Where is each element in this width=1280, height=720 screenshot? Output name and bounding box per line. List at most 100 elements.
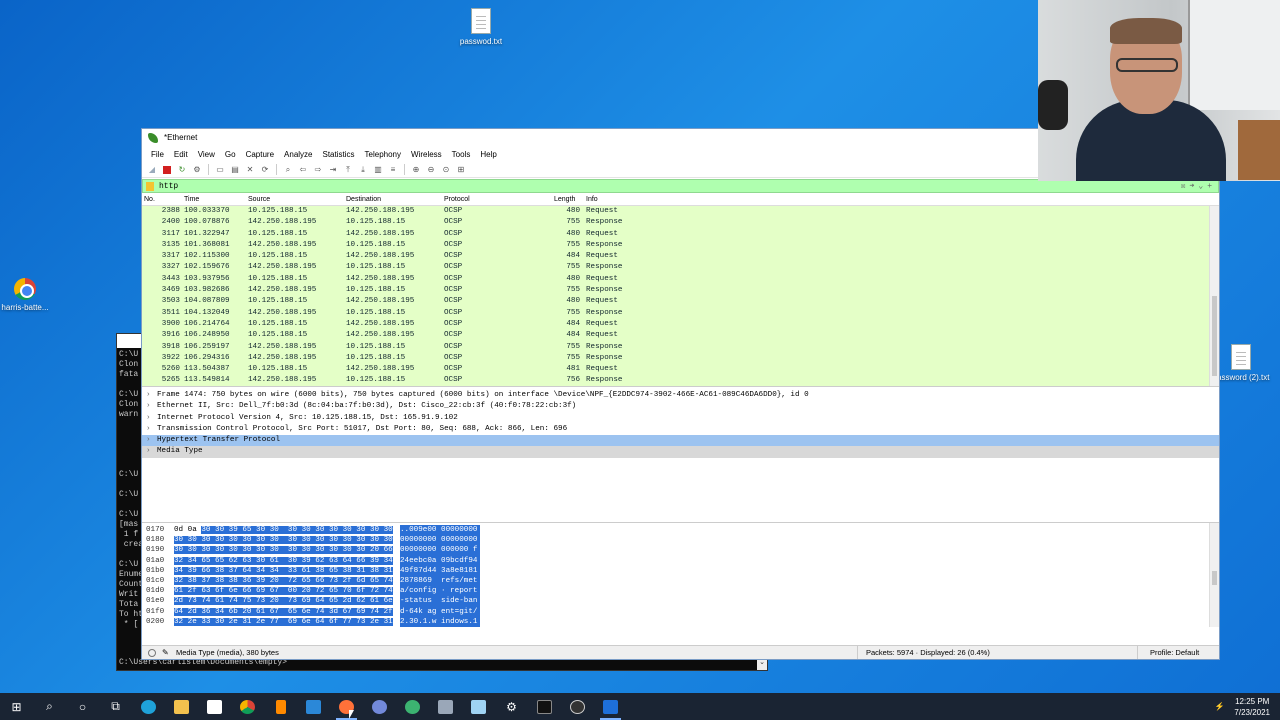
col-length[interactable]: Length <box>504 194 586 205</box>
resize-columns-icon[interactable]: ⊞ <box>455 164 467 176</box>
col-protocol[interactable]: Protocol <box>444 194 504 205</box>
normal-size-icon[interactable]: ⊙ <box>440 164 452 176</box>
chevron-right-icon[interactable]: › <box>146 435 157 446</box>
capture-options-icon[interactable]: ⚙ <box>191 164 203 176</box>
detail-ipv4[interactable]: › Internet Protocol Version 4, Src: 10.12… <box>142 413 1219 424</box>
packet-row[interactable]: 5265 113.549814 142.250.188.195 10.125.188.… <box>142 375 1219 386</box>
add-filter-button-icon[interactable]: + <box>1207 180 1212 194</box>
byte-row[interactable]: 01c0 32 38 37 38 38 36 39 20 72 65 66 73 … <box>142 575 1219 587</box>
packet-row[interactable]: 3469 103.982686 142.250.188.195 10.125.188.… <box>142 285 1219 297</box>
clock[interactable]: 12:25 PM 7/23/2021 <box>1234 696 1270 718</box>
packet-row[interactable]: 5260 113.504387 10.125.188.15 142.250.188.1… <box>142 364 1219 376</box>
packet-row[interactable]: 3918 106.259197 142.250.188.195 10.125.188.… <box>142 341 1219 353</box>
last-packet-icon[interactable]: ⤓ <box>357 164 369 176</box>
restart-capture-icon[interactable]: ↻ <box>176 164 188 176</box>
network-icon[interactable]: ⚡ <box>1214 702 1224 711</box>
col-source[interactable]: Source <box>248 194 346 205</box>
menu-telephony[interactable]: Telephony <box>360 150 406 159</box>
notepad-icon[interactable] <box>462 693 495 720</box>
network-tool-icon[interactable] <box>429 693 462 720</box>
detail-frame[interactable]: › Frame 1474: 750 bytes on wire (6000 bit… <box>142 390 1219 401</box>
store-icon[interactable] <box>198 693 231 720</box>
start-capture-icon[interactable]: ◢ <box>146 164 158 176</box>
packet-row[interactable]: 3503 104.087809 10.125.188.15 142.250.188.1… <box>142 296 1219 308</box>
packet-row[interactable]: 3900 106.214764 10.125.188.15 142.250.188.1… <box>142 318 1219 331</box>
byte-row[interactable]: 01a0 32 34 65 65 62 63 30 61 30 39 62 63 … <box>142 555 1219 566</box>
save-file-icon[interactable]: ▤ <box>229 164 241 176</box>
go-forward-icon[interactable]: ⇨ <box>312 164 324 176</box>
firefox-icon[interactable] <box>330 693 363 720</box>
sublime-icon[interactable] <box>264 693 297 720</box>
reload-file-icon[interactable]: ⟳ <box>259 164 271 176</box>
edit-comment-icon[interactable]: ✎ <box>162 649 169 657</box>
packet-row[interactable]: 3443 103.937956 10.125.188.15 142.250.188.1… <box>142 273 1219 286</box>
autoscroll-icon[interactable]: ▥ <box>372 164 384 176</box>
chevron-right-icon[interactable]: › <box>146 401 157 412</box>
cortana-icon[interactable]: ○ <box>66 693 99 720</box>
detail-tcp[interactable]: › Transmission Control Protocol, Src Port… <box>142 424 1219 435</box>
go-to-packet-icon[interactable]: ⇥ <box>327 164 339 176</box>
chevron-down-icon[interactable]: ⌄ <box>1198 180 1203 194</box>
discord-icon[interactable] <box>363 693 396 720</box>
mail-icon[interactable] <box>297 693 330 720</box>
detail-media-type[interactable]: › Media Type <box>142 446 1219 458</box>
byte-row[interactable]: 01b0 34 39 66 38 37 64 34 34 33 61 38 65 … <box>142 565 1219 576</box>
zoom-in-icon[interactable]: ⊕ <box>410 164 422 176</box>
bookmark-icon[interactable] <box>146 182 154 191</box>
scrollbar-thumb[interactable] <box>1212 296 1217 376</box>
menu-tools[interactable]: Tools <box>447 150 476 159</box>
expert-info-icon[interactable] <box>148 649 156 657</box>
byte-row[interactable]: 01d0 61 2f 63 6f 6e 66 69 67 00 20 72 65 … <box>142 586 1219 597</box>
globe-icon[interactable] <box>396 693 429 720</box>
detail-ethernet[interactable]: › Ethernet II, Src: Dell_7f:b0:3d (8c:04:… <box>142 401 1219 412</box>
packet-row[interactable]: 3916 106.248950 10.125.188.15 142.250.188.1… <box>142 330 1219 342</box>
colorize-icon[interactable]: ≡ <box>387 164 399 176</box>
packet-row[interactable]: 3922 106.294316 142.250.188.195 10.125.188.… <box>142 352 1219 365</box>
detail-http[interactable]: › Hypertext Transfer Protocol <box>142 435 1219 447</box>
file-explorer-icon[interactable] <box>165 693 198 720</box>
scrollbar-thumb[interactable] <box>1212 571 1217 585</box>
edge-icon[interactable] <box>132 693 165 720</box>
menu-view[interactable]: View <box>193 150 220 159</box>
stop-capture-icon[interactable] <box>161 164 173 176</box>
task-view-icon[interactable]: ⧉ <box>99 693 132 720</box>
col-time[interactable]: Time <box>184 194 248 205</box>
chrome-icon[interactable] <box>231 693 264 720</box>
packet-row[interactable]: 2388 100.033370 10.125.188.15 142.250.188.1… <box>142 206 1219 218</box>
settings-icon[interactable]: ⚙ <box>495 693 528 720</box>
byte-row[interactable]: 01e0 2d 73 74 61 74 75 73 20 73 69 64 65 … <box>142 596 1219 607</box>
github-icon[interactable] <box>561 693 594 720</box>
menu-analyze[interactable]: Analyze <box>279 150 317 159</box>
find-packet-icon[interactable]: ⌕ <box>282 164 294 176</box>
col-no[interactable]: No. <box>142 194 184 205</box>
go-back-icon[interactable]: ⇦ <box>297 164 309 176</box>
apply-filter-icon[interactable]: ➜ <box>1190 180 1195 194</box>
terminal-icon[interactable] <box>528 693 561 720</box>
byte-row[interactable]: 0190 30 30 30 30 30 30 30 30 30 30 30 30 … <box>142 545 1219 556</box>
menu-capture[interactable]: Capture <box>241 150 279 159</box>
packet-row[interactable]: 3327 102.159676 142.250.188.195 10.125.188.… <box>142 262 1219 274</box>
packet-row[interactable]: 3511 104.132049 142.250.188.195 10.125.188.… <box>142 307 1219 319</box>
packet-row[interactable]: 3317 102.115300 10.125.188.15 142.250.188.1… <box>142 251 1219 263</box>
bytes-scrollbar[interactable] <box>1209 523 1219 627</box>
byte-row[interactable]: 0200 32 2e 33 30 2e 31 2e 77 69 6e 64 6f … <box>142 616 1219 627</box>
chevron-right-icon[interactable]: › <box>146 413 157 424</box>
menu-wireless[interactable]: Wireless <box>406 150 447 159</box>
menu-edit[interactable]: Edit <box>169 150 193 159</box>
byte-row[interactable]: 0180 30 30 30 30 30 30 30 30 30 30 30 30 … <box>142 535 1219 546</box>
chevron-right-icon[interactable]: › <box>146 446 157 457</box>
display-filter-input[interactable]: http ☒ ➜ ⌄ + <box>142 179 1219 193</box>
close-file-icon[interactable]: ✕ <box>244 164 256 176</box>
wireshark-icon[interactable] <box>594 693 627 720</box>
menu-go[interactable]: Go <box>220 150 241 159</box>
menu-statistics[interactable]: Statistics <box>318 150 360 159</box>
chevron-right-icon[interactable]: › <box>146 424 157 435</box>
open-file-icon[interactable]: ▭ <box>214 164 226 176</box>
desktop-icon-harris[interactable]: harris-batte... <box>0 278 60 312</box>
packet-row[interactable]: 3117 101.322947 10.125.188.15 142.250.188.1… <box>142 228 1219 240</box>
packet-list-scrollbar[interactable] <box>1209 206 1219 386</box>
start-icon[interactable]: ⊞ <box>0 693 33 720</box>
byte-row[interactable]: 01f0 64 2d 36 34 6b 20 61 67 65 6e 74 3d … <box>142 606 1219 617</box>
zoom-out-icon[interactable]: ⊖ <box>425 164 437 176</box>
status-profile[interactable]: Profile: Default <box>1137 646 1219 659</box>
